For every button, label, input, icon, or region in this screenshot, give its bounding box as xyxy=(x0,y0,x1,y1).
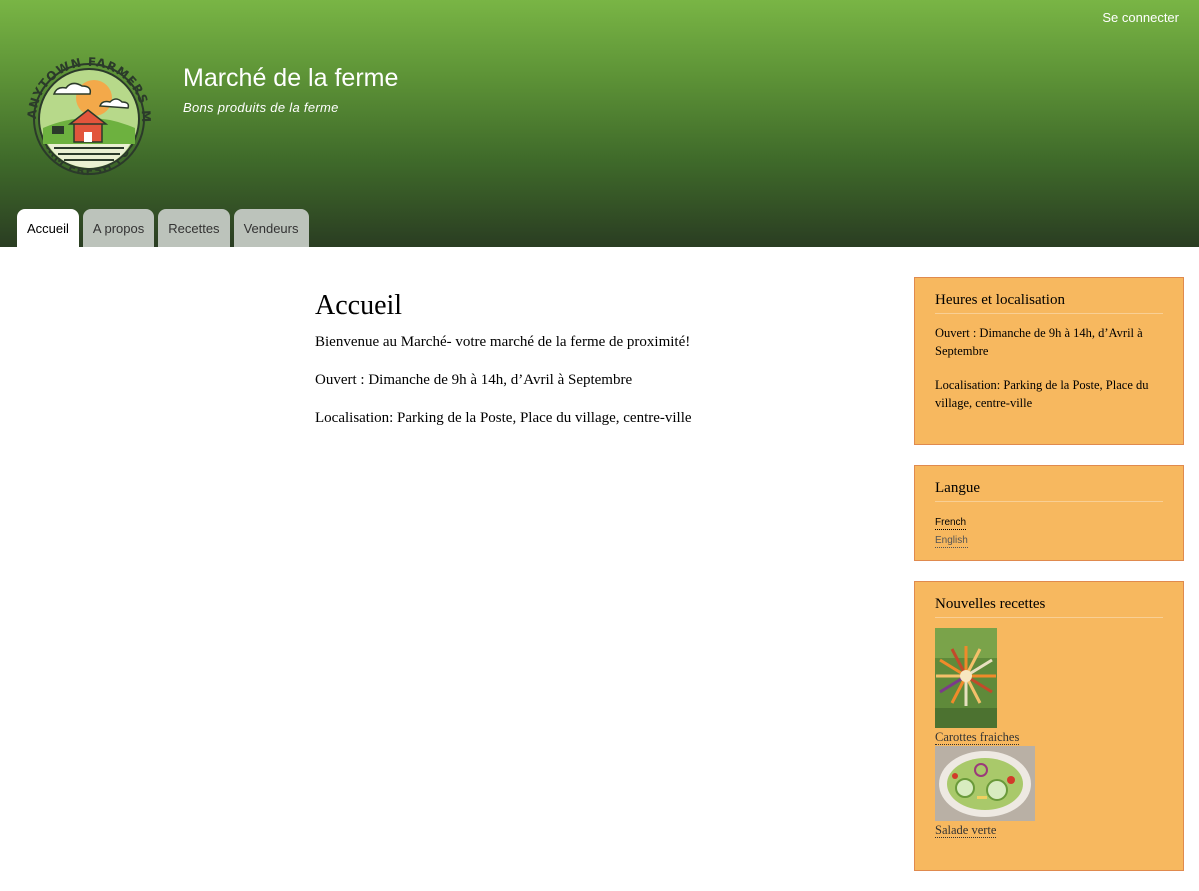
login-link[interactable]: Se connecter xyxy=(1102,10,1179,25)
language-block: Langue French English xyxy=(914,465,1184,561)
block-title-recipes: Nouvelles recettes xyxy=(935,596,1163,618)
block-title-hours: Heures et localisation xyxy=(935,292,1163,314)
main-content: Accueil Bienvenue au Marché- votre march… xyxy=(315,290,875,448)
tab-a-propos[interactable]: A propos xyxy=(82,209,155,247)
new-recipes-block: Nouvelles recettes Carottes fraiches Sal… xyxy=(914,581,1184,871)
welcome-paragraph: Bienvenue au Marché- votre marché de la … xyxy=(315,334,691,350)
hours-location-block: Heures et localisation Ouvert : Dimanche… xyxy=(914,277,1184,445)
language-english-link[interactable]: English xyxy=(935,535,968,548)
site-name[interactable]: Marché de la ferme xyxy=(183,64,398,93)
recipe-link-carottes[interactable]: Carottes fraiches xyxy=(935,730,1020,745)
hours-text: Ouvert : Dimanche de 9h à 14h, d’Avril à… xyxy=(935,326,1143,358)
tab-accueil[interactable]: Accueil xyxy=(17,209,79,247)
recipe-item: Salade verte xyxy=(935,746,1163,839)
recipe-item: Carottes fraiches xyxy=(935,628,1163,746)
tab-recettes[interactable]: Recettes xyxy=(158,209,230,247)
primary-tabs: Accueil A propos Recettes Vendeurs xyxy=(17,209,309,247)
sidebar: Heures et localisation Ouvert : Dimanche… xyxy=(914,277,1184,891)
recipe-link-salade[interactable]: Salade verte xyxy=(935,823,997,838)
language-french-link[interactable]: French xyxy=(935,517,967,530)
site-slogan: Bons produits de la ferme xyxy=(183,100,339,115)
block-title-language: Langue xyxy=(935,480,1163,502)
salad-thumbnail[interactable] xyxy=(935,746,1035,821)
tab-vendeurs[interactable]: Vendeurs xyxy=(233,209,309,247)
location-text: Localisation: Parking de la Poste, Place… xyxy=(935,378,1149,410)
location-paragraph: Localisation: Parking de la Poste, Place… xyxy=(315,410,692,426)
page-title: Accueil xyxy=(315,290,403,321)
site-logo[interactable]: ANYTOWN FARMERS MARKET FARM FRESH FOOD xyxy=(18,48,160,190)
opening-hours-paragraph: Ouvert : Dimanche de 9h à 14h, d’Avril à… xyxy=(315,372,633,388)
site-header: Se connecter ANYTOWN FARMERS MARKET FARM… xyxy=(0,0,1199,247)
carrots-thumbnail[interactable] xyxy=(935,628,997,728)
